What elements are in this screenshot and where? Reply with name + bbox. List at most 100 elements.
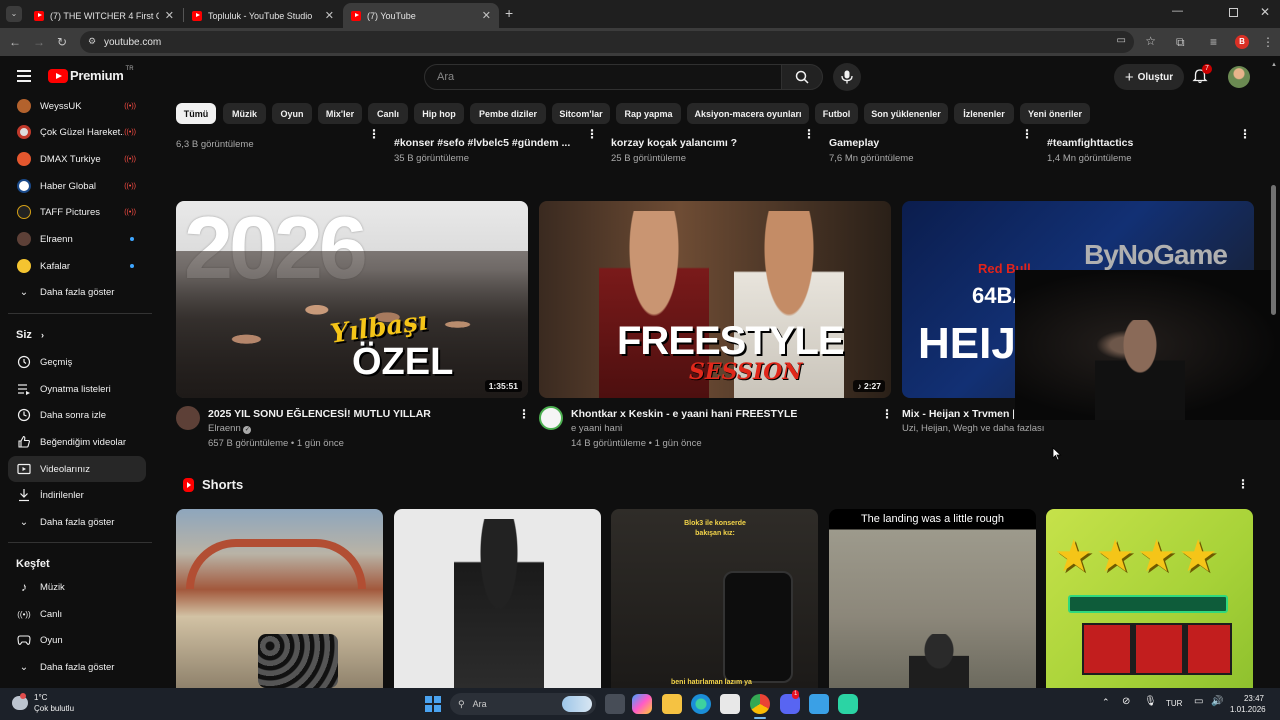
forward-icon[interactable]: → [33, 34, 45, 50]
sidebar-item-taff[interactable]: TAFF Pictures ((•)) [8, 199, 146, 225]
sidebar-item-haber-global[interactable]: Haber Global ((•)) [8, 173, 146, 199]
clock[interactable]: 23:47 1.01.2026 [1230, 693, 1266, 715]
reload-icon[interactable]: ↻ [57, 34, 67, 50]
edge-browser-icon[interactable] [691, 694, 711, 714]
windows-start-icon[interactable] [425, 696, 441, 712]
restore-window-icon[interactable] [1229, 8, 1238, 17]
voice-search-button[interactable] [833, 63, 861, 91]
video-title[interactable]: Khontkar x Keskin - e yaani hani FREESTY… [571, 408, 871, 420]
network-muted-icon[interactable]: ⊘ [1122, 696, 1130, 707]
input-language[interactable]: TUR [1166, 699, 1182, 708]
short-thumbnail[interactable]: The landing was a little rough [829, 509, 1036, 688]
browser-tab-studio[interactable]: Topluluk - YouTube Studio ✕ [184, 3, 342, 28]
more-actions-icon[interactable]: ⋮ [518, 407, 530, 421]
app-icon[interactable] [838, 694, 858, 714]
video-title[interactable]: 2025 YIL SONU EĞLENCESİ! MUTLU YILLAR [208, 408, 508, 420]
display-icon[interactable]: ▭ [1194, 696, 1203, 707]
sidebar-item-elraenn[interactable]: Elraenn [8, 226, 146, 252]
chip-sitcoms[interactable]: Sitcom'lar [552, 103, 610, 124]
more-actions-icon[interactable]: ⋮ [803, 127, 815, 141]
close-window-icon[interactable]: ✕ [1260, 5, 1270, 19]
extensions-icon[interactable]: ⧉ [1176, 34, 1185, 50]
channel-name[interactable]: e yaani hani [571, 423, 622, 434]
chip-gaming[interactable]: Oyun [272, 103, 312, 124]
sidebar-you-heading[interactable]: Siz › [16, 329, 44, 341]
account-avatar[interactable] [1228, 66, 1250, 88]
site-info-icon[interactable]: ⚙ [88, 36, 96, 47]
close-tab-icon[interactable]: ✕ [325, 9, 334, 22]
chip-football[interactable]: Futbol [815, 103, 858, 124]
search-button[interactable] [781, 64, 823, 90]
chip-mixes[interactable]: Mix'ler [318, 103, 362, 124]
sidebar-item-live[interactable]: ((•)) Canlı [8, 601, 146, 627]
video-thumbnail[interactable]: 2026 Yılbaşı ÖZEL 1:35:51 [176, 201, 528, 398]
reading-list-icon[interactable]: ≡ [1210, 34, 1217, 50]
chrome-icon[interactable] [750, 694, 770, 714]
channel-avatar[interactable] [539, 406, 563, 430]
more-actions-icon[interactable]: ⋮ [586, 127, 598, 141]
close-tab-icon[interactable]: ✕ [165, 9, 174, 22]
show-hidden-icons-icon[interactable]: ⌃ [1102, 697, 1110, 708]
sidebar-item-gaming[interactable]: Oyun [8, 627, 146, 653]
weather-widget[interactable]: 1°C Çok bulutlu [12, 692, 74, 714]
sidebar-item-music[interactable]: ♪ Müzik [8, 574, 146, 600]
channel-avatar[interactable] [176, 406, 200, 430]
sidebar-item-history[interactable]: Geçmiş [8, 349, 146, 375]
tab-search-button[interactable]: ⌄ [6, 6, 22, 22]
more-actions-icon[interactable]: ⋮ [1237, 477, 1249, 491]
sidebar-item-dmax[interactable]: DMAX Turkiye ((•)) [8, 146, 146, 172]
mic-tray-icon[interactable]: 🎙 [1144, 696, 1157, 707]
profile-avatar[interactable]: B [1235, 35, 1249, 49]
chip-all[interactable]: Tümü [176, 103, 216, 124]
chip-action-adventure[interactable]: Aksiyon-macera oyunları [687, 103, 809, 124]
more-actions-icon[interactable]: ⋮ [1021, 127, 1033, 141]
sidebar-item-your-videos[interactable]: Videolarınız [8, 456, 146, 482]
chip-live[interactable]: Canlı [368, 103, 408, 124]
chip-hiphop[interactable]: Hip hop [414, 103, 464, 124]
notepad-icon[interactable] [809, 694, 829, 714]
short-thumbnail[interactable] [176, 509, 383, 688]
chip-recently-uploaded[interactable]: Son yüklenenler [864, 103, 948, 124]
volume-icon[interactable]: 🔊 [1211, 696, 1223, 707]
page-scrollbar[interactable] [1271, 185, 1276, 315]
scroll-up-icon[interactable]: ▲ [1271, 62, 1277, 68]
chip-new-to-you[interactable]: Yeni öneriler [1020, 103, 1090, 124]
notifications-button[interactable]: 7 [1192, 64, 1212, 86]
back-icon[interactable]: ← [9, 34, 21, 50]
chip-soap-operas[interactable]: Pembe diziler [470, 103, 546, 124]
chip-rapping[interactable]: Rap yapma [616, 103, 681, 124]
sidebar-item-kafalar[interactable]: Kafalar [8, 253, 146, 279]
video-title[interactable]: #teamfighttactics [1047, 137, 1227, 149]
file-explorer-icon[interactable] [662, 694, 682, 714]
minimize-window-icon[interactable]: — [1172, 5, 1183, 17]
short-thumbnail[interactable] [394, 509, 601, 688]
search-input[interactable]: Ara [424, 64, 782, 90]
more-actions-icon[interactable]: ⋮ [368, 127, 380, 141]
youtube-premium-logo[interactable]: Premium TR [48, 66, 134, 83]
guide-menu-icon[interactable] [17, 70, 31, 82]
sidebar-item-weyssuk[interactable]: WeyssUK ((•)) [8, 93, 146, 119]
browser-menu-icon[interactable]: ⋮ [1262, 34, 1274, 50]
channel-name[interactable]: Elraenn ✓ [208, 423, 252, 434]
chip-music[interactable]: Müzik [223, 103, 266, 124]
taskbar-search[interactable]: ⚲ Ara [450, 693, 596, 715]
sidebar-show-more-you[interactable]: ⌄ Daha fazla göster [8, 509, 146, 535]
browser-tab-youtube[interactable]: (7) YouTube ✕ [343, 3, 499, 28]
bookmark-star-icon[interactable]: ☆ [1145, 34, 1156, 48]
video-title[interactable]: Mix - Heijan x Trvmen | I [902, 408, 1014, 420]
channel-name[interactable]: Uzi, Heijan, Wegh ve daha fazlası [902, 423, 1044, 434]
sidebar-show-more-explore[interactable]: ⌄ Daha fazla göster [8, 654, 146, 680]
sidebar-item-playlists[interactable]: Oynatma listeleri [8, 376, 146, 402]
more-actions-icon[interactable]: ⋮ [881, 407, 893, 421]
sidebar-item-watch-later[interactable]: Daha sonra izle [8, 402, 146, 428]
sidebar-item-liked-videos[interactable]: Beğendiğim videolar [8, 429, 146, 455]
sidebar-item-downloads[interactable]: İndirilenler [8, 482, 146, 508]
video-title[interactable]: Gameplay [829, 137, 1009, 149]
video-title[interactable]: #konser #sefo #lvbelc5 #gündem ... [394, 137, 574, 149]
discord-icon[interactable]: 1 [780, 690, 800, 714]
chip-watched[interactable]: İzlenenler [954, 103, 1014, 124]
short-thumbnail[interactable]: Blok3 ile konserde bakışan kız: beni hat… [611, 509, 818, 688]
new-tab-icon[interactable]: + [505, 5, 513, 21]
video-title[interactable]: korzay koçak yalancımı ? [611, 137, 791, 149]
sidebar-item-cok-guzel[interactable]: Çok Güzel Hareket... ((•)) [8, 119, 146, 145]
